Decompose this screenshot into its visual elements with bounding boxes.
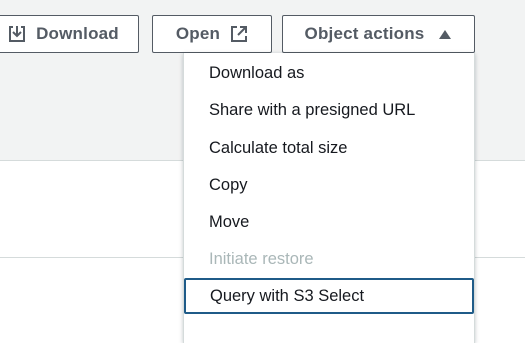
menu-item-share-presigned-url[interactable]: Share with a presigned URL — [184, 92, 474, 128]
menu-item-copy[interactable]: Copy — [184, 167, 474, 203]
download-button[interactable]: Download — [0, 15, 139, 53]
menu-item-label: Calculate total size — [209, 138, 348, 157]
menu-item-initiate-restore: Initiate restore — [184, 241, 474, 277]
object-actions-button-label: Object actions — [304, 24, 425, 43]
external-link-icon — [230, 25, 248, 43]
menu-item-download-as[interactable]: Download as — [184, 55, 474, 91]
menu-item-label: Move — [209, 212, 250, 231]
menu-item-label: Initiate restore — [209, 249, 314, 268]
menu-item-move[interactable]: Move — [184, 204, 474, 240]
open-button[interactable]: Open — [152, 15, 272, 53]
menu-item-query-with-s3-select[interactable]: Query with S3 Select — [184, 278, 474, 314]
open-button-label: Open — [175, 24, 221, 43]
menu-item-label: Copy — [209, 175, 248, 194]
menu-item-calculate-total-size[interactable]: Calculate total size — [184, 130, 474, 166]
menu-item-label: Query with S3 Select — [210, 286, 365, 305]
object-actions-button[interactable]: Object actions — [282, 15, 475, 53]
menu-item-label: Download as — [209, 63, 305, 82]
caret-up-icon — [438, 28, 452, 40]
download-button-label: Download — [36, 24, 119, 43]
menu-item-label: Share with a presigned URL — [209, 100, 416, 119]
object-actions-menu: Download as Share with a presigned URL C… — [183, 53, 475, 343]
download-icon — [8, 25, 26, 43]
